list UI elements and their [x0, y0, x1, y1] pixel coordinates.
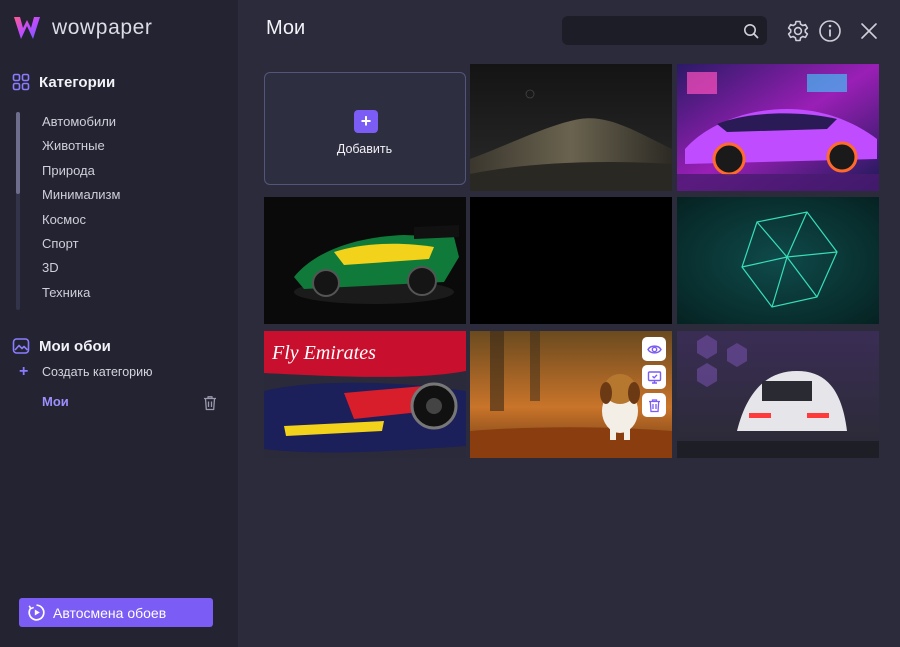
category-item-tech[interactable]: Техника	[42, 284, 120, 308]
my-wallpapers-header: Мои обои	[12, 337, 111, 355]
wallpaper-tile-f1-car[interactable]: Fly Emirates	[264, 331, 466, 458]
wallpaper-tile-race-car[interactable]	[264, 197, 466, 324]
auto-change-label: Автосмена обоев	[53, 604, 167, 621]
categories-scrollbar[interactable]	[16, 112, 20, 310]
add-wallpaper-label: Добавить	[336, 142, 393, 156]
preview-button[interactable]	[642, 337, 666, 361]
category-item-space[interactable]: Космос	[42, 211, 120, 235]
category-item-3d[interactable]: 3D	[42, 259, 120, 283]
create-category-label: Создать категорию	[42, 365, 153, 379]
neon-car-thumbnail	[677, 64, 879, 191]
close-icon[interactable]	[857, 19, 881, 43]
wallpaper-tile-neon-car[interactable]	[677, 64, 879, 191]
set-wallpaper-icon	[647, 370, 661, 384]
add-plus-icon: +	[354, 110, 378, 133]
page-title: Мои	[266, 17, 306, 39]
polyhedron-thumbnail	[677, 197, 879, 324]
set-as-wallpaper-button[interactable]	[642, 365, 666, 389]
app-name: wowpaper	[52, 16, 153, 39]
category-item-minimalism[interactable]: Минимализм	[42, 186, 120, 210]
categories-header: Категории	[12, 73, 115, 91]
my-wallpapers-title: Мои обои	[39, 337, 111, 355]
plus-icon: +	[19, 363, 29, 380]
dunes-thumbnail	[470, 64, 672, 191]
my-category-item[interactable]: Мои	[42, 394, 220, 412]
white-car-thumbnail	[677, 331, 879, 458]
categories-title: Категории	[39, 73, 116, 91]
sidebar: wowpaper Категории Автомобили Животные П…	[0, 0, 238, 647]
tile-actions	[642, 337, 666, 421]
grid-icon	[12, 73, 30, 91]
category-list: Автомобили Животные Природа Минимализм К…	[42, 113, 120, 308]
category-item-cars[interactable]: Автомобили	[42, 113, 120, 137]
search-box	[562, 16, 767, 45]
search-input[interactable]	[562, 16, 737, 45]
create-category-button[interactable]: + Создать категорию	[19, 363, 153, 380]
category-item-animals[interactable]: Животные	[42, 137, 120, 161]
category-item-nature[interactable]: Природа	[42, 162, 120, 186]
wallpaper-tile-black[interactable]	[470, 197, 672, 324]
add-wallpaper-button[interactable]: + Добавить	[264, 72, 466, 185]
race-car-thumbnail	[264, 197, 466, 324]
trash-icon	[648, 398, 660, 412]
wowpaper-logo-icon	[14, 17, 40, 39]
wallpaper-tile-polyhedron[interactable]	[677, 197, 879, 324]
eye-icon	[646, 344, 662, 354]
image-icon	[12, 338, 30, 354]
wallpaper-tile-white-car[interactable]	[677, 331, 879, 458]
info-icon[interactable]	[818, 19, 842, 43]
settings-gear-icon[interactable]	[786, 19, 810, 43]
delete-category-trash-icon[interactable]	[203, 395, 217, 411]
app-logo: wowpaper	[12, 14, 153, 42]
auto-change-wallpaper-button[interactable]: Автосмена обоев	[19, 598, 213, 627]
auto-play-icon	[28, 604, 45, 621]
category-item-sport[interactable]: Спорт	[42, 235, 120, 259]
delete-wallpaper-button[interactable]	[642, 393, 666, 417]
f1-car-thumbnail: Fly Emirates	[264, 331, 466, 458]
fly-emirates-text: Fly Emirates	[271, 342, 376, 364]
wallpaper-tile-beagle[interactable]	[470, 331, 672, 458]
categories-scrollbar-thumb[interactable]	[16, 112, 20, 194]
search-icon[interactable]	[743, 23, 759, 39]
wallpaper-tile-dunes[interactable]	[470, 64, 672, 191]
